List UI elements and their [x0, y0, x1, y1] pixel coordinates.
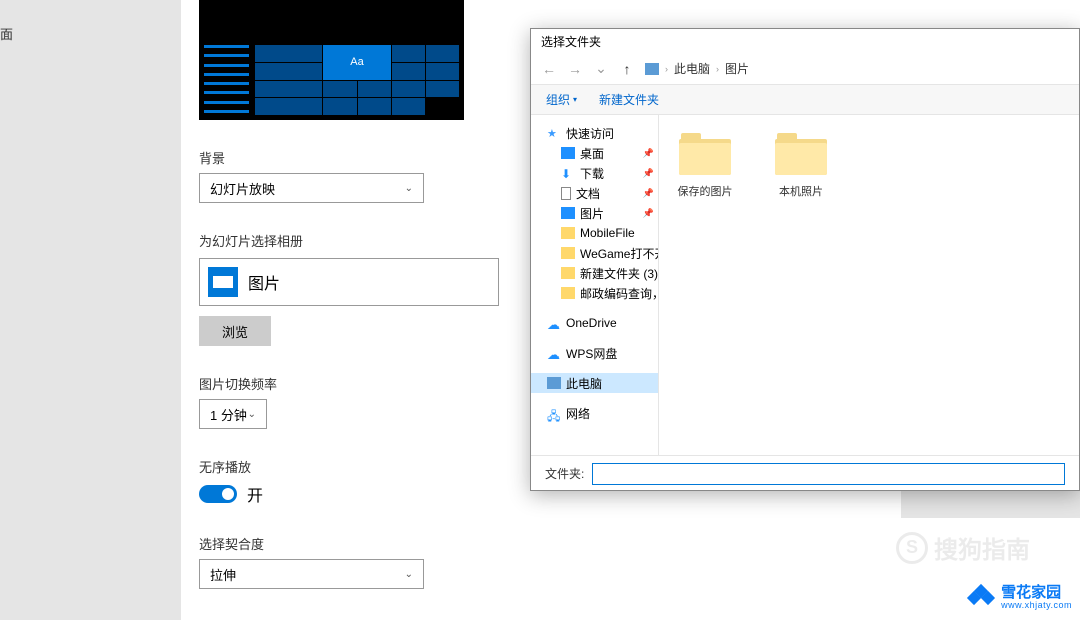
folder-label: 本机照片 [767, 183, 835, 199]
chevron-down-icon: ⌄ [248, 409, 256, 420]
dialog-footer: 文件夹: [531, 455, 1079, 491]
tree-newfolder3[interactable]: 新建文件夹 (3) [531, 263, 658, 283]
dialog-toolbar: 组织▾ 新建文件夹 [531, 85, 1079, 115]
tree-wegame[interactable]: WeGame打不开怎 [531, 243, 658, 263]
folder-icon [679, 133, 731, 175]
tree-downloads[interactable]: ⬇下载📌 [531, 163, 658, 183]
breadcrumb[interactable]: › 此电脑 › 图片 [645, 60, 749, 77]
dialog-title: 选择文件夹 [531, 29, 1079, 53]
interval-value: 1 分钟 [210, 405, 247, 424]
nav-tree: ★快速访问 桌面📌 ⬇下载📌 文档📌 图片📌 MobileFile WeGame… [531, 115, 659, 455]
fit-value: 拉伸 [210, 565, 236, 584]
back-arrow-icon[interactable]: ← [541, 61, 557, 77]
ghost-watermark: S 搜狗指南 [896, 530, 1030, 565]
tree-onedrive[interactable]: ☁OneDrive [531, 313, 658, 333]
watermark-icon [967, 584, 995, 612]
pin-icon: 📌 [643, 208, 654, 219]
watermark-title: 雪花家园 [1001, 585, 1072, 602]
tree-documents[interactable]: 文档📌 [531, 183, 658, 203]
up-arrow-icon[interactable]: ↑ [619, 61, 635, 77]
album-value: 图片 [248, 270, 280, 294]
organize-menu[interactable]: 组织▾ [546, 91, 577, 108]
pin-icon: 📌 [643, 148, 654, 159]
tree-desktop[interactable]: 桌面📌 [531, 143, 658, 163]
recent-chevron-icon[interactable]: ⌄ [593, 61, 609, 77]
tree-mobilefile[interactable]: MobileFile [531, 223, 658, 243]
watermark-url: www.xhjaty.com [1001, 601, 1072, 611]
folder-label: 保存的图片 [671, 183, 739, 199]
fit-label: 选择契合度 [199, 534, 883, 553]
folder-item[interactable]: 保存的图片 [671, 133, 739, 199]
fit-dropdown[interactable]: 拉伸 ⌄ [199, 559, 424, 589]
folder-item[interactable]: 本机照片 [767, 133, 835, 199]
pin-icon: 📌 [643, 188, 654, 199]
background-dropdown[interactable]: 幻灯片放映 ⌄ [199, 173, 424, 203]
interval-dropdown[interactable]: 1 分钟 ⌄ [199, 399, 267, 429]
album-box: 图片 [199, 258, 499, 306]
pc-icon [645, 63, 659, 75]
tree-network[interactable]: 🖧网络 [531, 403, 658, 423]
tree-quick-access[interactable]: ★快速访问 [531, 123, 658, 143]
preview-aa-tile: Aa [323, 45, 390, 80]
shuffle-toggle[interactable] [199, 485, 237, 503]
tree-postcode[interactable]: 邮政编码查询，邮 [531, 283, 658, 303]
folder-name-input[interactable] [592, 463, 1065, 485]
chevron-down-icon: ⌄ [405, 569, 413, 580]
background-value: 幻灯片放映 [210, 179, 275, 198]
pin-icon: 📌 [643, 168, 654, 179]
forward-arrow-icon: → [567, 61, 583, 77]
chevron-down-icon: ⌄ [405, 183, 413, 194]
breadcrumb-0[interactable]: 此电脑 [674, 60, 710, 77]
folder-icon [775, 133, 827, 175]
tree-this-pc[interactable]: 此电脑 [531, 373, 658, 393]
pictures-icon [208, 267, 238, 297]
desktop-preview: Aa [199, 0, 464, 120]
tree-pictures[interactable]: 图片📌 [531, 203, 658, 223]
watermark: 雪花家园 www.xhjaty.com [967, 584, 1072, 612]
new-folder-button[interactable]: 新建文件夹 [599, 91, 659, 108]
breadcrumb-1[interactable]: 图片 [725, 60, 749, 77]
folder-name-label: 文件夹: [545, 465, 584, 482]
dialog-nav: ← → ⌄ ↑ › 此电脑 › 图片 [531, 53, 1079, 85]
tree-wps[interactable]: ☁WPS网盘 [531, 343, 658, 363]
file-grid: 保存的图片 本机照片 [659, 115, 1079, 455]
shuffle-state: 开 [247, 482, 263, 506]
folder-picker-dialog: 选择文件夹 ← → ⌄ ↑ › 此电脑 › 图片 组织▾ 新建文件夹 ★快速访问… [530, 28, 1080, 491]
browse-button[interactable]: 浏览 [199, 316, 271, 346]
left-edge-text: 面 [0, 24, 10, 43]
